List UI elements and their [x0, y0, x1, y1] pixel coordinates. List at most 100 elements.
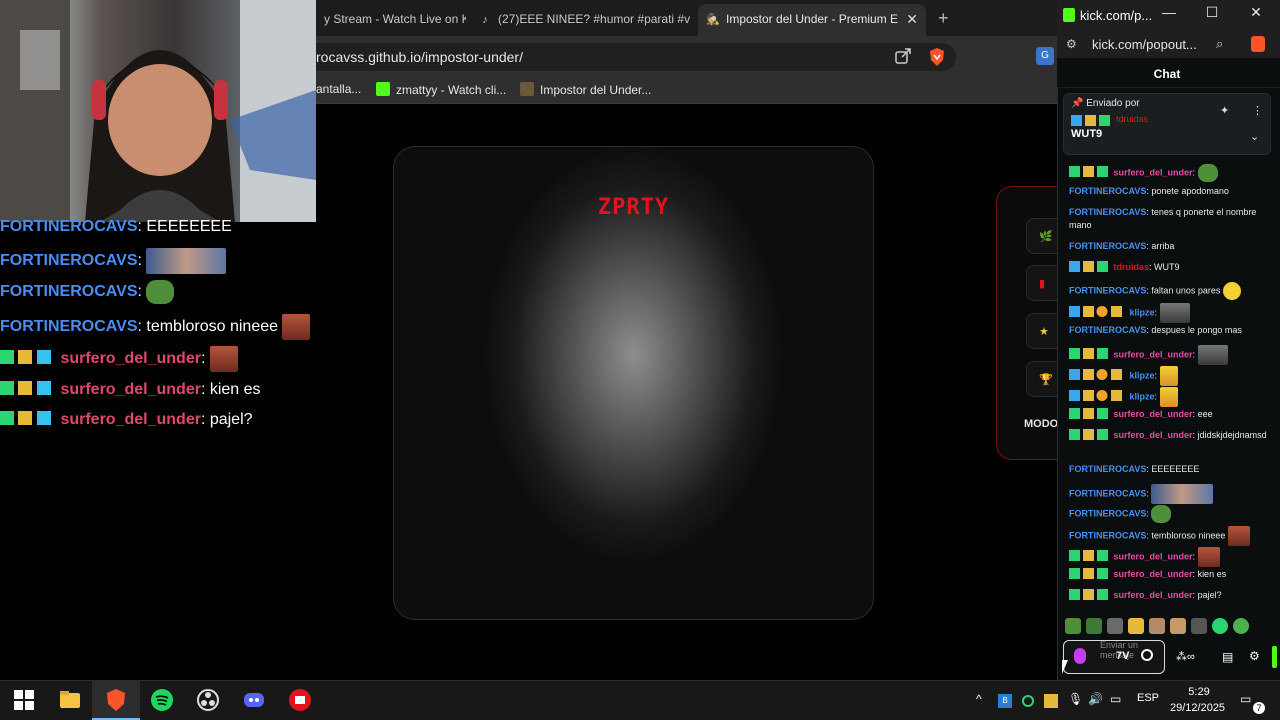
show-hidden-icons-icon[interactable]: ^: [976, 692, 982, 706]
language-indicator[interactable]: ESP: [1137, 692, 1159, 704]
brave-shields-icon[interactable]: [1251, 36, 1265, 52]
chat-message[interactable]: klipze:: [1069, 303, 1269, 323]
microphone-icon[interactable]: 🎙: [1068, 692, 1083, 706]
user-badges-icon: [0, 411, 51, 425]
emote-quick-4[interactable]: [1128, 618, 1144, 634]
chat-message[interactable]: FORTINEROCAVS: EEEEEEEE: [1069, 463, 1269, 476]
emote-quick-7[interactable]: [1191, 618, 1207, 634]
chat-message[interactable]: FORTINEROCAVS:: [1069, 484, 1269, 504]
volume-icon[interactable]: 🔊: [1088, 692, 1103, 706]
chat-username[interactable]: tdruidas: [1114, 262, 1150, 272]
tray-status-icon[interactable]: [1022, 695, 1034, 707]
chat-message[interactable]: FORTINEROCAVS: tembloroso nineee: [1069, 526, 1269, 546]
clock-time[interactable]: 5:29: [1187, 686, 1211, 698]
chat-username[interactable]: surfero_del_under: [1114, 590, 1193, 600]
file-explorer-icon[interactable]: [58, 688, 82, 712]
close-window-button[interactable]: ✕: [1244, 4, 1268, 21]
emote-quick-8[interactable]: [1212, 618, 1228, 634]
share-icon[interactable]: [894, 47, 912, 65]
chat-message[interactable]: FORTINEROCAVS: arriba: [1069, 240, 1269, 253]
chat-username[interactable]: FORTINEROCAVS: [1069, 488, 1146, 498]
chat-username[interactable]: surfero_del_under: [1114, 409, 1193, 419]
emote-quick-3[interactable]: [1107, 618, 1123, 634]
chat-username[interactable]: FORTINEROCAVS: [1069, 325, 1146, 335]
chat-message[interactable]: klipze:: [1069, 387, 1269, 407]
minimize-button[interactable]: —: [1157, 4, 1181, 20]
brave-browser-icon[interactable]: [104, 688, 128, 712]
pin-icon[interactable]: ✦: [1220, 104, 1229, 117]
chat-username[interactable]: FORTINEROCAVS: [1069, 186, 1146, 196]
tab-impostor-del-under[interactable]: 🕵 Impostor del Under - Premium E ✕: [698, 4, 926, 36]
chat-message[interactable]: FORTINEROCAVS:: [1069, 505, 1269, 523]
chat-message[interactable]: FORTINEROCAVS: faltan unos pares: [1069, 282, 1269, 300]
chat-message[interactable]: surfero_del_under:: [1069, 164, 1269, 182]
new-tab-button[interactable]: +: [938, 8, 949, 29]
bookmark-impostor[interactable]: Impostor del Under...: [520, 82, 651, 97]
tiktok-icon: ♪: [482, 14, 488, 26]
chat-message[interactable]: klipze:: [1069, 366, 1269, 386]
windows-start-icon[interactable]: [12, 688, 36, 712]
emote-quick-6[interactable]: [1170, 618, 1186, 634]
spotify-icon[interactable]: [150, 688, 174, 712]
chat-username[interactable]: FORTINEROCAVS: [1069, 285, 1146, 295]
bookmark-pantalla[interactable]: antalla...: [316, 82, 361, 96]
chat-username[interactable]: surfero_del_under: [1114, 167, 1193, 177]
discord-icon[interactable]: [242, 688, 266, 712]
users-icon[interactable]: ⁂∞: [1176, 650, 1195, 663]
translate-icon[interactable]: G: [1036, 47, 1054, 65]
zoom-icon[interactable]: ⌕: [1216, 36, 1223, 52]
network-icon[interactable]: ▭: [1110, 692, 1121, 706]
kick-url[interactable]: kick.com/popout...: [1092, 37, 1197, 52]
chat-username[interactable]: surfero_del_under: [1114, 551, 1193, 561]
chat-message[interactable]: surfero_del_under: pajel?: [1069, 589, 1269, 602]
clock-date[interactable]: 29/12/2025: [1170, 702, 1225, 714]
more-options-icon[interactable]: ⋮: [1252, 104, 1263, 117]
chat-username[interactable]: FORTINEROCAVS: [1069, 464, 1146, 474]
chat-username[interactable]: FORTINEROCAVS: [1069, 241, 1146, 251]
tab-kick-stream[interactable]: y Stream - Watch Live on K: [316, 6, 466, 32]
site-settings-icon[interactable]: ⚙: [1066, 37, 1077, 51]
trophy-icon: 🏆: [1039, 374, 1053, 386]
chat-message[interactable]: surfero_del_under:: [1069, 547, 1269, 567]
chat-message[interactable]: FORTINEROCAVS: ponete apodomano: [1069, 185, 1269, 198]
chat-username[interactable]: surfero_del_under: [1114, 569, 1193, 579]
chat-message[interactable]: surfero_del_under: kien es: [1069, 568, 1269, 581]
chat-message[interactable]: FORTINEROCAVS: tenes q ponerte el nombre…: [1069, 206, 1269, 232]
chevron-down-icon[interactable]: ⌄: [1250, 130, 1259, 143]
maximize-button[interactable]: ☐: [1200, 4, 1224, 21]
send-button[interactable]: [1272, 646, 1277, 668]
tray-app-icon[interactable]: [1044, 694, 1058, 708]
notifications-icon[interactable]: ▭: [1240, 692, 1251, 706]
7tv-icon[interactable]: 7V: [1116, 650, 1129, 662]
chat-message[interactable]: surfero_del_under: eee: [1069, 408, 1269, 421]
close-tab-icon[interactable]: ✕: [906, 4, 918, 34]
chat-message[interactable]: tdruidas: WUT9: [1069, 261, 1269, 274]
app-icon[interactable]: [288, 688, 312, 712]
emoji-picker-icon[interactable]: [1141, 649, 1153, 661]
chat-username[interactable]: klipze: [1130, 391, 1155, 401]
emote-quick-5[interactable]: [1149, 618, 1165, 634]
chat-message[interactable]: surfero_del_under: jdidskjdejdnamsd: [1069, 429, 1269, 442]
emote-quick-2[interactable]: [1086, 618, 1102, 634]
tray-app-icon[interactable]: B: [998, 694, 1012, 708]
bookmark-zmattyy[interactable]: zmattyy - Watch cli...: [376, 82, 506, 97]
overlay-username: surfero_del_under: [60, 411, 201, 428]
store-icon[interactable]: ▤: [1222, 650, 1233, 664]
chat-username[interactable]: FORTINEROCAVS: [1069, 207, 1146, 217]
chat-username[interactable]: klipze: [1130, 307, 1155, 317]
chat-message[interactable]: surfero_del_under:: [1069, 345, 1269, 365]
chat-username[interactable]: surfero_del_under: [1114, 430, 1193, 440]
chat-message[interactable]: FORTINEROCAVS: despues le pongo mas: [1069, 324, 1269, 337]
gear-icon[interactable]: ⚙: [1249, 649, 1260, 663]
emote-quick-9[interactable]: [1233, 618, 1249, 634]
tab-tiktok[interactable]: ♪ (27)EEE NINEE? #humor #parati #vira: [470, 6, 690, 32]
chat-username[interactable]: surfero_del_under: [1114, 349, 1193, 359]
chat-message-text: EEEEEEEE: [1151, 464, 1200, 474]
brave-shields-icon[interactable]: [928, 47, 946, 67]
chat-username[interactable]: FORTINEROCAVS: [1069, 530, 1146, 540]
microphone-icon[interactable]: [1074, 648, 1086, 664]
chat-username[interactable]: FORTINEROCAVS: [1069, 508, 1146, 518]
obs-icon[interactable]: [196, 688, 220, 712]
chat-username[interactable]: klipze: [1130, 370, 1155, 380]
emote-quick-1[interactable]: [1065, 618, 1081, 634]
